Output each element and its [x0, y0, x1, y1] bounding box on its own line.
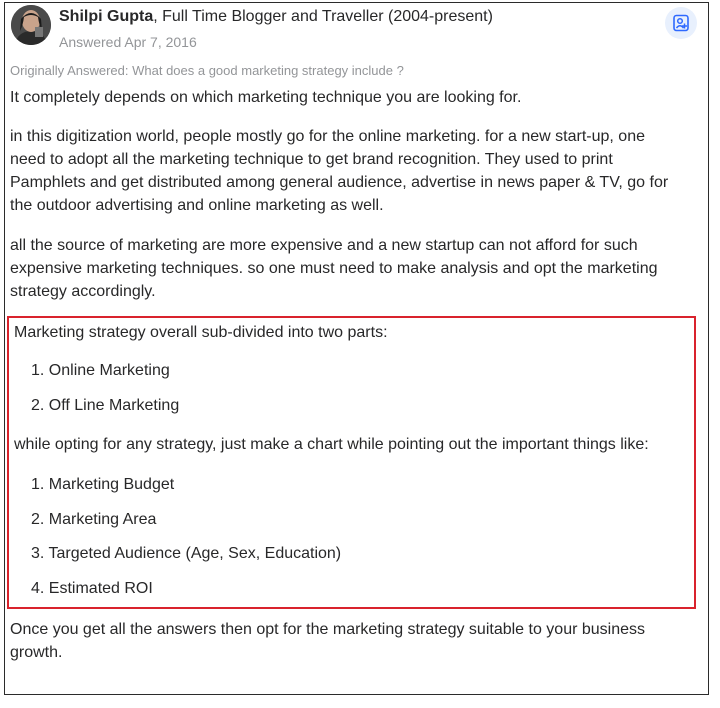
closing-paragraph: Once you get all the answers then opt fo… — [10, 621, 646, 661]
avatar-photo-icon — [11, 5, 51, 45]
person-add-icon — [673, 14, 689, 32]
answered-date[interactable]: Answered Apr 7, 2016 — [59, 34, 197, 50]
answer-card: Shilpi Gupta, Full Time Blogger and Trav… — [4, 2, 709, 695]
list-item: 1. Online Marketing — [31, 362, 170, 379]
author-credential: , Full Time Blogger and Traveller (2004-… — [153, 8, 493, 25]
chart-intro: while opting for any strategy, just make… — [14, 436, 649, 453]
originally-answered-link[interactable]: Originally Answered: What does a good ma… — [10, 63, 404, 78]
author-line: Shilpi Gupta, Full Time Blogger and Trav… — [59, 8, 493, 26]
paragraph-3: all the source of marketing are more exp… — [10, 237, 658, 300]
list-item: 4. Estimated ROI — [31, 580, 153, 597]
paragraph-1: It completely depends on which marketing… — [10, 89, 522, 106]
highlight-box: Marketing strategy overall sub-divided i… — [7, 316, 696, 609]
avatar[interactable] — [11, 5, 51, 45]
list-item: 2. Marketing Area — [31, 511, 157, 528]
list-item: 2. Off Line Marketing — [31, 397, 180, 414]
follow-button[interactable] — [665, 7, 697, 39]
list-item: 1. Marketing Budget — [31, 476, 175, 493]
author-name[interactable]: Shilpi Gupta — [59, 8, 153, 25]
strategy-intro: Marketing strategy overall sub-divided i… — [14, 324, 388, 341]
paragraph-2: in this digitization world, people mostl… — [10, 128, 669, 214]
list-item: 3. Targeted Audience (Age, Sex, Educatio… — [31, 545, 342, 562]
